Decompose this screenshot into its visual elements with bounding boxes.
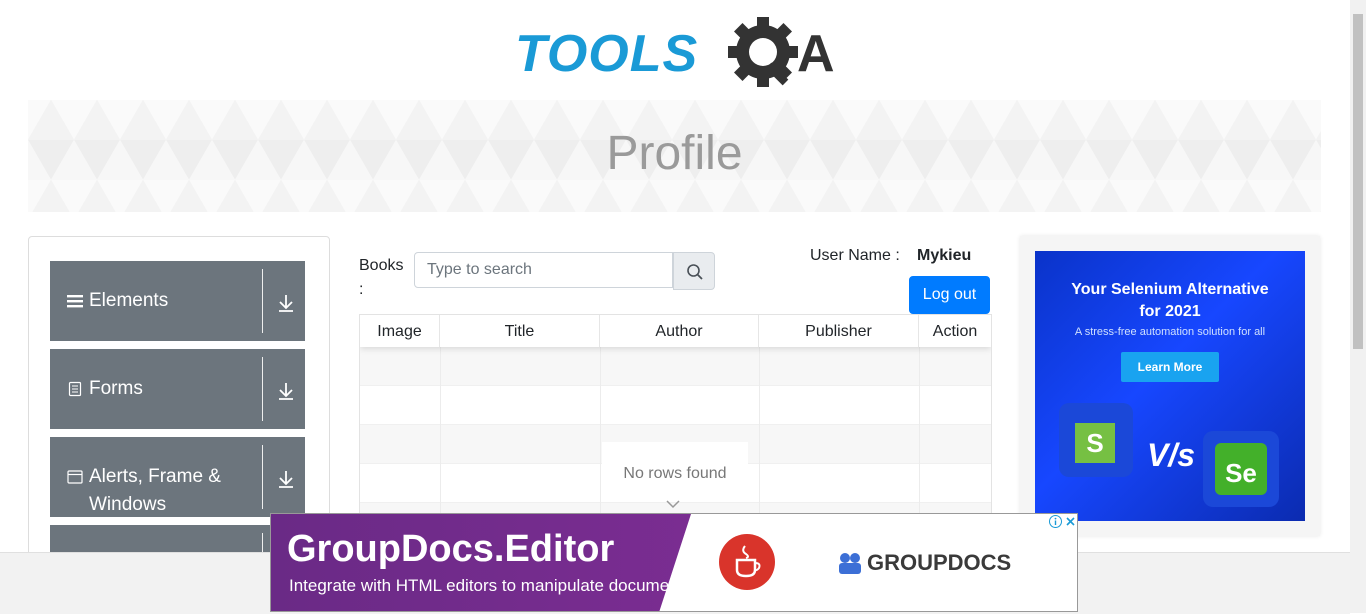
ad-info-icon[interactable] (1049, 515, 1062, 528)
bottom-ad-title: GroupDocs.Editor (287, 528, 615, 570)
books-table: Image Title Author Publisher Action No r… (359, 314, 992, 516)
table-row (360, 386, 991, 425)
katalon-logo-icon: S (1059, 403, 1133, 477)
download-arrow-icon[interactable] (276, 293, 296, 313)
coffee-cup-icon (735, 545, 761, 578)
no-rows-message: No rows found (602, 442, 748, 502)
search-icon (687, 264, 703, 280)
sidebar-group-label: Forms (89, 378, 143, 399)
column-header-publisher[interactable]: Publisher (759, 315, 919, 347)
side-advertisement[interactable]: Your Selenium Alternative for 2021 A str… (1020, 236, 1320, 536)
ad-subtitle: A stress-free automation solution for al… (1074, 326, 1266, 338)
ad-learn-more-button[interactable]: Learn More (1121, 352, 1219, 382)
chevron-down-icon (666, 500, 680, 509)
page-title: Profile (606, 127, 743, 180)
column-header-action[interactable]: Action (919, 315, 991, 347)
groupdocs-logo-icon (839, 553, 861, 574)
sidebar-group-label: Alerts, Frame & Windows (89, 466, 221, 515)
sidebar-group-elements[interactable]: Elements (50, 261, 305, 341)
user-name-value: Mykieu (917, 247, 972, 264)
divider (262, 445, 263, 509)
download-arrow-icon[interactable] (276, 381, 296, 401)
logo-text-tools: TOOLS (515, 25, 699, 83)
java-logo-icon (719, 534, 775, 590)
column-header-title[interactable]: Title (440, 315, 600, 347)
sidebar-group-forms[interactable]: Forms (50, 349, 305, 429)
table-header: Image Title Author Publisher Action (360, 315, 991, 347)
column-header-image[interactable]: Image (360, 315, 440, 347)
selenium-mark: Se (1215, 443, 1267, 495)
search-input[interactable] (414, 252, 673, 288)
hamburger-icon (67, 295, 83, 308)
page-scrollbar[interactable] (1350, 0, 1366, 613)
toolsqa-logo[interactable]: TOOLS A (515, 16, 840, 91)
bottom-ad-brand: GROUPDOCS (867, 550, 1012, 575)
ad-vs-text: V/s (1147, 437, 1196, 473)
window-icon (67, 470, 83, 484)
table-row (360, 347, 991, 386)
document-icon (68, 381, 82, 397)
bottom-advertisement[interactable]: GroupDocs.Editor Integrate with HTML edi… (270, 513, 1078, 612)
ad-title-line2: for 2021 (1139, 303, 1201, 320)
katalon-mark: S (1075, 423, 1115, 463)
divider (262, 357, 263, 421)
scrollbar-thumb[interactable] (1353, 14, 1363, 349)
download-arrow-icon[interactable] (276, 469, 296, 489)
column-header-author[interactable]: Author (600, 315, 759, 347)
bottom-ad-subtitle: Integrate with HTML editors to manipulat… (289, 576, 692, 595)
ad-title: Your Selenium Alternative for 2021 (1035, 279, 1305, 323)
logo-text-a: A (797, 25, 835, 83)
books-label: Books : (359, 254, 405, 302)
user-name-label: User Name : (810, 247, 900, 264)
ad-creative[interactable]: Your Selenium Alternative for 2021 A str… (1035, 251, 1305, 521)
page-header-banner: Profile (28, 100, 1321, 212)
ad-close-icon[interactable] (1064, 515, 1077, 528)
sidebar-group-label: Elements (89, 290, 169, 311)
logout-button[interactable]: Log out (909, 276, 990, 314)
ad-title-line1: Your Selenium Alternative (1071, 281, 1269, 298)
sidebar-group-alerts-frame-windows[interactable]: Alerts, Frame & Windows (50, 437, 305, 517)
selenium-logo-icon: Se (1203, 431, 1279, 507)
books-label-text: Books : (359, 257, 404, 298)
divider (262, 269, 263, 333)
gear-magnifier-icon (728, 17, 798, 87)
search-button[interactable] (673, 252, 715, 290)
